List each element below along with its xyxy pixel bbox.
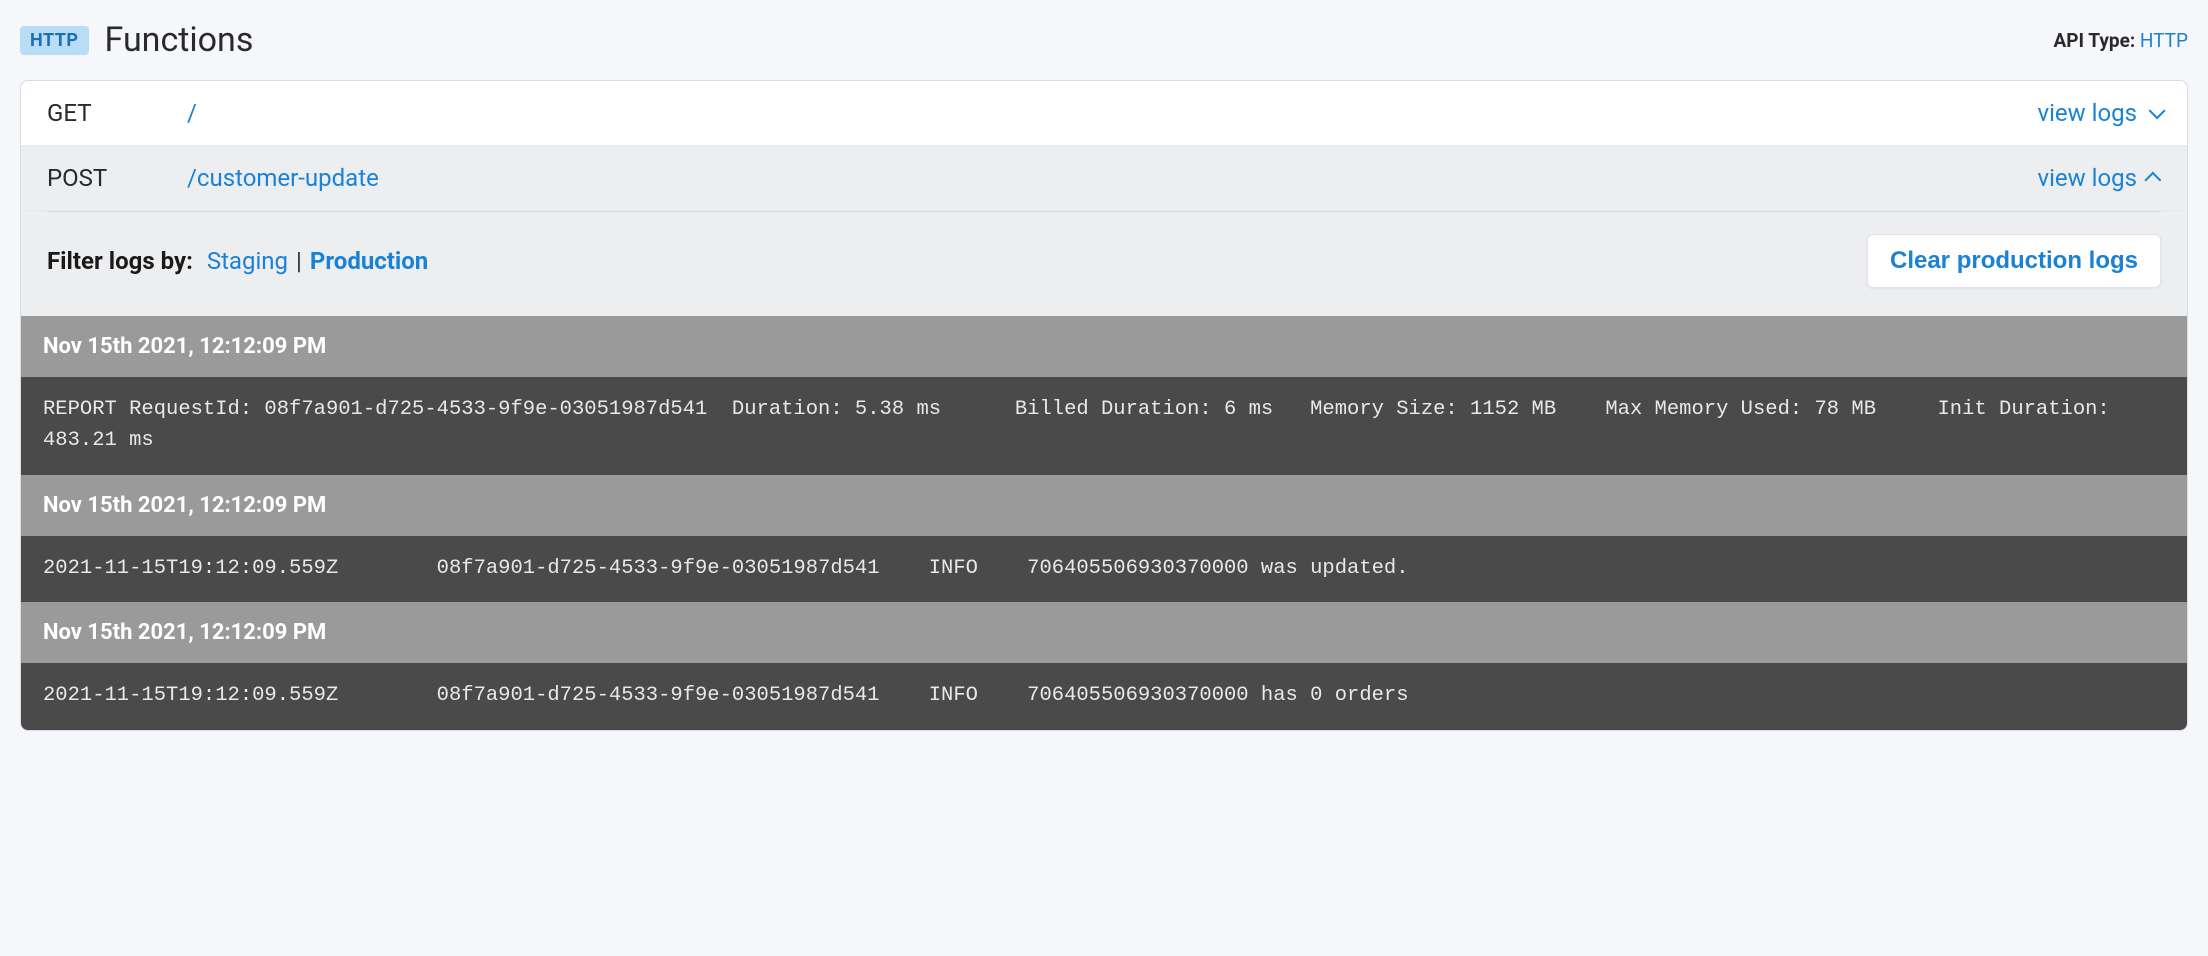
log-body: 2021-11-15T19:12:09.559Z 08f7a901-d725-4… <box>21 536 2187 603</box>
clear-production-logs-button[interactable]: Clear production logs <box>1867 234 2161 288</box>
view-logs-label: view logs <box>2037 164 2137 192</box>
log-entry: Nov 15th 2021, 12:12:09 PM REPORT Reques… <box>21 316 2187 475</box>
log-entry: Nov 15th 2021, 12:12:09 PM 2021-11-15T19… <box>21 602 2187 730</box>
log-timestamp-header: Nov 15th 2021, 12:12:09 PM <box>21 602 2187 663</box>
function-row-post-customer-update: POST /customer-update view logs <box>21 146 2187 211</box>
filter-separator: | <box>296 247 302 275</box>
api-type-value[interactable]: HTTP <box>2140 29 2188 52</box>
page-header-left: HTTP Functions <box>20 20 253 60</box>
function-path-link[interactable]: / <box>187 99 2037 127</box>
filter-bar: Filter logs by: Staging | Production Cle… <box>21 211 2187 316</box>
filter-staging-link[interactable]: Staging <box>207 247 288 275</box>
log-body: REPORT RequestId: 08f7a901-d725-4533-9f9… <box>21 377 2187 475</box>
chevron-up-icon <box>2144 172 2161 189</box>
api-type: API Type: HTTP <box>2053 29 2188 52</box>
view-logs-toggle[interactable]: view logs <box>2037 99 2161 127</box>
log-timestamp-header: Nov 15th 2021, 12:12:09 PM <box>21 475 2187 536</box>
filter-controls: Filter logs by: Staging | Production <box>47 247 428 275</box>
chevron-down-icon <box>2149 102 2166 119</box>
api-type-label: API Type: <box>2053 29 2135 52</box>
page-header: HTTP Functions API Type: HTTP <box>20 10 2188 80</box>
http-badge: HTTP <box>20 26 89 55</box>
view-logs-label: view logs <box>2037 99 2137 127</box>
function-path-link[interactable]: /customer-update <box>187 164 2037 192</box>
page-title: Functions <box>105 20 254 60</box>
log-timestamp-header: Nov 15th 2021, 12:12:09 PM <box>21 316 2187 377</box>
http-method: POST <box>47 164 187 192</box>
view-logs-toggle[interactable]: view logs <box>2037 164 2161 192</box>
filter-label: Filter logs by: <box>47 247 193 275</box>
log-entry: Nov 15th 2021, 12:12:09 PM 2021-11-15T19… <box>21 475 2187 603</box>
function-row-get-root: GET / view logs <box>21 81 2187 146</box>
functions-panel: GET / view logs POST /customer-update vi… <box>20 80 2188 731</box>
log-body: 2021-11-15T19:12:09.559Z 08f7a901-d725-4… <box>21 663 2187 730</box>
filter-production-link[interactable]: Production <box>310 247 428 275</box>
http-method: GET <box>47 99 187 127</box>
